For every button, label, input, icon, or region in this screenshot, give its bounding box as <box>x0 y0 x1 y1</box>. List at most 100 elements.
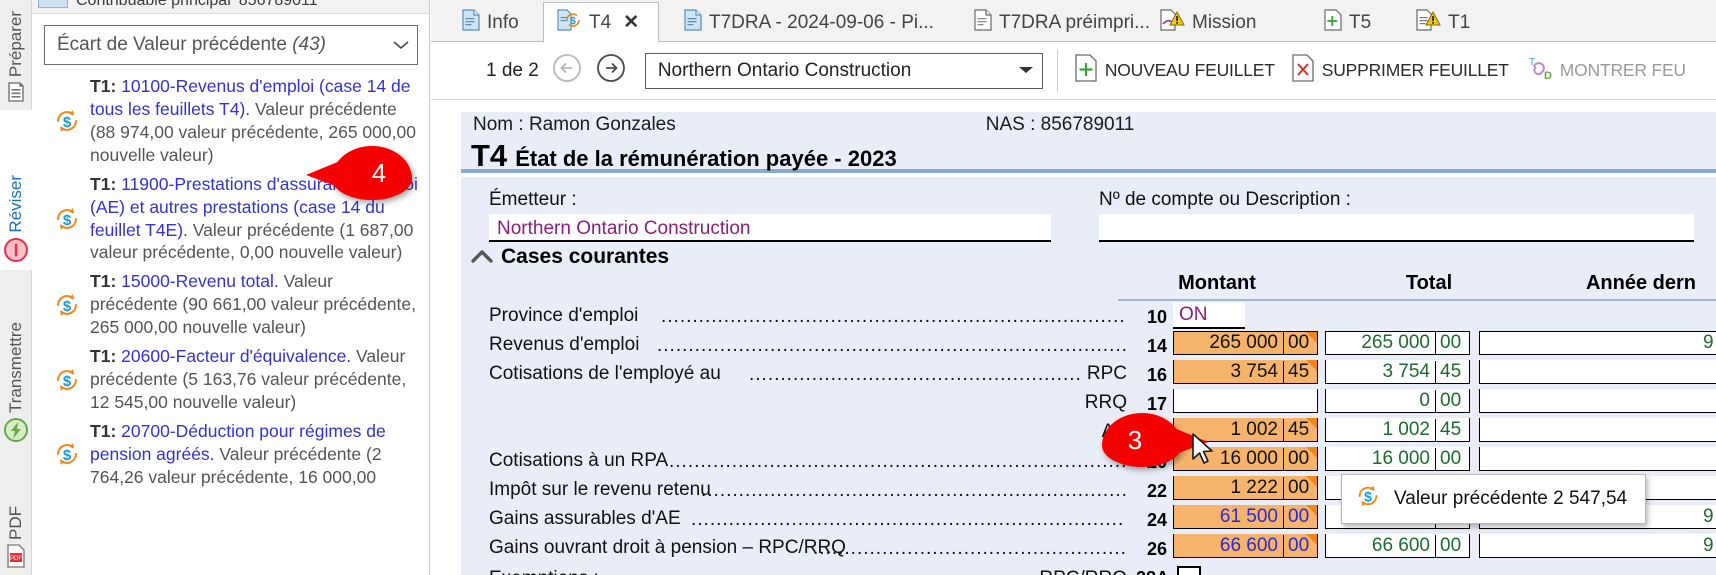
document-value-change-icon: $ <box>556 8 582 37</box>
tab-t7dra-preimprime[interactable]: T7DRA préimpri... <box>961 3 1162 42</box>
form-workspace: Info $ T4 ✕ T7DRA - 2024-09-06 - Pi... T… <box>431 0 1716 575</box>
slip-selector-value: Northern Ontario Construction <box>657 59 912 81</box>
montant-cell[interactable] <box>1173 389 1318 413</box>
total-cents: 00 <box>1435 447 1469 470</box>
section-header-cases-courantes[interactable]: Cases courantes <box>471 245 669 269</box>
montant-dollars: 66 600 <box>1219 534 1278 556</box>
diagnostic-filter-dropdown[interactable]: Écart de Valeur précédente (43) <box>44 25 418 65</box>
new-slip-button[interactable]: NOUVEAU FEUILLET <box>1074 54 1275 87</box>
total-cell: 265 000 00 <box>1325 331 1470 355</box>
account-field[interactable] <box>1099 214 1694 242</box>
montant-cell-focused[interactable]: 1 222 00 <box>1173 476 1318 500</box>
mouse-cursor <box>1192 433 1213 464</box>
tab-t7dra-pi[interactable]: T7DRA - 2024-09-06 - Pi... <box>671 3 946 42</box>
transmit-lightning-icon <box>3 417 29 448</box>
leader-dots: ........................................… <box>749 364 1081 383</box>
arrow-right-circle-icon <box>595 52 627 89</box>
montant-cell[interactable]: 66 600 00 <box>1173 534 1318 558</box>
row-label: Gains assurables d'AE <box>489 508 681 529</box>
montant-dollars: 265 000 <box>1209 332 1278 353</box>
last-year-cell: 9 48 <box>1479 534 1716 558</box>
total-dollars: 3 754 <box>1382 360 1430 382</box>
value-change-icon: $ <box>1354 482 1382 516</box>
taxpayer-sin: 856789011 <box>238 0 318 9</box>
total-dollars: 66 600 <box>1371 534 1430 556</box>
montant-cell[interactable]: 61 500 00 <box>1173 505 1318 529</box>
list-item[interactable]: $ T1: 20700-Déduction pour régimes de pe… <box>44 418 429 493</box>
form-code: T4 <box>471 138 508 173</box>
tab-label: T7DRA préimpri... <box>999 11 1150 33</box>
value-change-icon: $ <box>44 204 90 234</box>
svg-text:PDF: PDF <box>10 556 22 562</box>
tab-mission[interactable]: Mission <box>1147 3 1268 42</box>
rail-item-label: Transmettre <box>6 321 25 413</box>
montant-dollars: 3 754 <box>1230 360 1278 382</box>
last-year-dollars: 9 48 <box>1703 332 1716 353</box>
svg-text:$: $ <box>63 373 72 390</box>
row-label: Gains ouvrant droit à pension – RPC/RRQ <box>489 537 846 558</box>
close-icon[interactable]: ✕ <box>623 11 639 34</box>
document-chart-icon <box>5 81 27 108</box>
province-value-field[interactable]: ON <box>1173 303 1245 329</box>
document-warning-icon <box>1159 8 1185 37</box>
form-identity-row: Nom : Ramon Gonzales NAS : 856789011 <box>461 112 1716 138</box>
list-item-link[interactable]: 20600-Facteur d'équivalence. <box>121 346 351 366</box>
list-item-link[interactable]: 15000-Revenu total. <box>121 271 279 291</box>
total-cents: 45 <box>1435 418 1469 441</box>
column-header-total: Total <box>1405 272 1453 294</box>
total-cents: 45 <box>1435 360 1469 383</box>
form-content-area: Émetteur : Northern Ontario Construction… <box>461 177 1716 575</box>
column-header-montant: Montant <box>1178 272 1256 294</box>
t4-form: Nom : Ramon Gonzales NAS : 856789011 T4 … <box>431 101 1716 575</box>
taxpayer-chip-icon <box>38 0 68 8</box>
application-window: Préparer Réviser Transmettre PDF PDF Con… <box>0 0 1716 575</box>
chevron-down-icon[interactable] <box>389 26 413 64</box>
tab-t5[interactable]: T5 <box>1311 3 1383 42</box>
attach-td-icon: T D <box>1525 54 1553 87</box>
chevron-down-icon[interactable] <box>1016 60 1036 82</box>
show-slips-label: MONTRER FEU <box>1559 60 1686 80</box>
show-slips-button[interactable]: T D MONTRER FEU <box>1525 54 1686 87</box>
total-dollars: 16 000 <box>1371 447 1430 469</box>
list-item[interactable]: $ T1: 20600-Facteur d'équivalence. Valeu… <box>44 343 429 418</box>
chevron-up-icon[interactable] <box>471 245 493 269</box>
montant-cell[interactable]: 265 000 00 <box>1173 331 1318 355</box>
toolbar-divider <box>1056 49 1058 92</box>
next-slip-button[interactable] <box>595 52 627 89</box>
box-number: 26 <box>1146 539 1167 559</box>
montant-cell[interactable]: 3 754 45 <box>1173 360 1318 384</box>
exemption-checkbox[interactable] <box>1177 566 1201 575</box>
last-year-dollars: 9 48 <box>1703 534 1716 556</box>
leader-dots: ........................................… <box>661 306 1126 325</box>
last-year-cell: 14 <box>1479 447 1716 471</box>
taxpayer-name: Nom : Ramon Gonzales <box>473 114 676 135</box>
tab-t1[interactable]: T1 <box>1403 3 1482 42</box>
rail-item-transmettre[interactable]: Transmettre <box>0 270 32 450</box>
svg-text:$: $ <box>63 447 72 464</box>
tab-info[interactable]: Info <box>449 3 531 42</box>
last-year-dollars: 14 <box>1480 448 1716 470</box>
rail-item-reviser[interactable]: Réviser <box>0 110 32 270</box>
tooltip-text: Valeur précédente 2 547,54 <box>1394 488 1628 509</box>
tab-label: Mission <box>1192 11 1257 33</box>
province-value: ON <box>1179 304 1208 325</box>
box-number: 22 <box>1146 481 1167 501</box>
previous-slip-button[interactable] <box>551 52 583 89</box>
row-label: Cotisations de l'employé au <box>489 363 721 384</box>
total-cell: 16 000 00 <box>1325 447 1470 471</box>
section-title: Cases courantes <box>501 245 670 268</box>
rail-item-preparer[interactable]: Préparer <box>0 0 32 110</box>
rail-item-pdf[interactable]: PDF PDF <box>0 450 32 575</box>
row-label: Cotisations à un RPA <box>489 450 669 471</box>
changed-value-flag-icon <box>1306 534 1317 545</box>
delete-slip-button[interactable]: SUPPRIMER FEUILLET <box>1291 54 1509 87</box>
document-tab-strip: Info $ T4 ✕ T7DRA - 2024-09-06 - Pi... T… <box>431 0 1716 43</box>
box-number: 10 <box>1146 307 1167 327</box>
total-cents: 00 <box>1435 389 1469 412</box>
changed-value-flag-icon <box>1306 447 1317 458</box>
tab-t4[interactable]: $ T4 ✕ <box>543 2 659 43</box>
list-item[interactable]: $ T1: 15000-Revenu total. Valeur précéde… <box>44 268 429 343</box>
list-item-form: T1 <box>90 76 111 96</box>
slip-selector-dropdown[interactable]: Northern Ontario Construction <box>644 52 1043 89</box>
tab-label: T1 <box>1448 11 1471 33</box>
